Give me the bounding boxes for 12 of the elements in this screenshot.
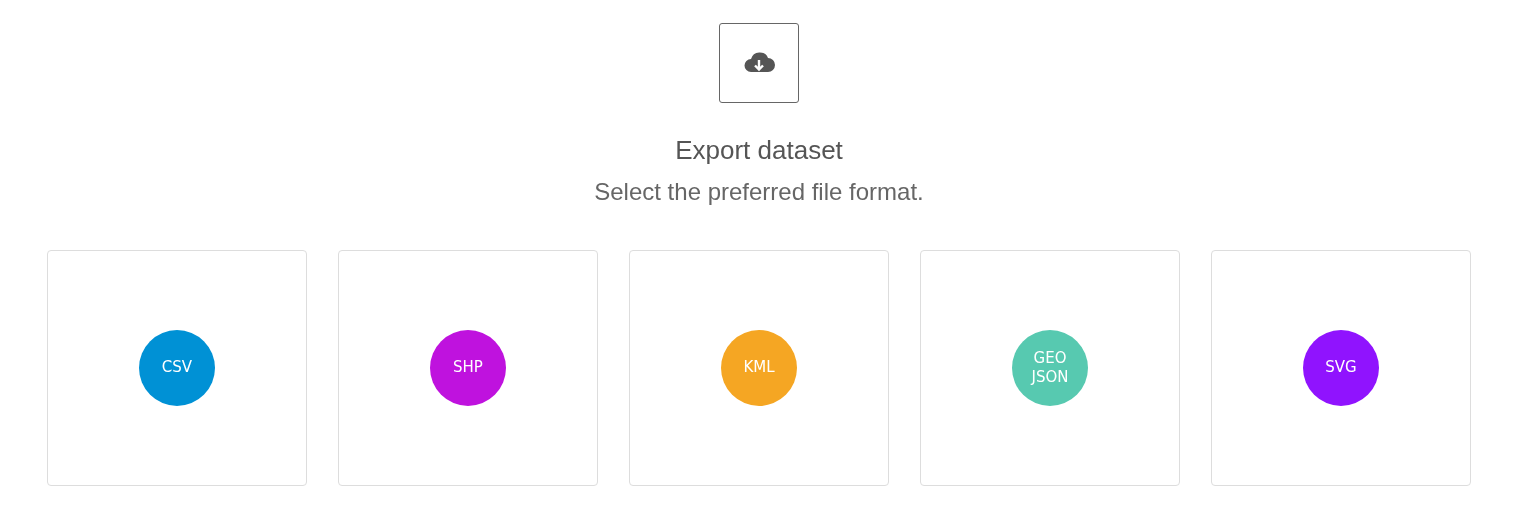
cloud-download-icon bbox=[719, 23, 799, 103]
format-badge: SVG bbox=[1303, 330, 1379, 406]
format-badge: GEO JSON bbox=[1012, 330, 1088, 406]
format-card[interactable]: KML bbox=[629, 250, 889, 486]
format-badge: KML bbox=[721, 330, 797, 406]
format-card[interactable]: GEO JSON bbox=[920, 250, 1180, 486]
format-card[interactable]: CSV bbox=[47, 250, 307, 486]
format-badge: SHP bbox=[430, 330, 506, 406]
format-card[interactable]: SVG bbox=[1211, 250, 1471, 486]
format-badge: CSV bbox=[139, 330, 215, 406]
dialog-subtitle: Select the preferred file format. bbox=[594, 178, 924, 206]
format-card[interactable]: SHP bbox=[338, 250, 598, 486]
